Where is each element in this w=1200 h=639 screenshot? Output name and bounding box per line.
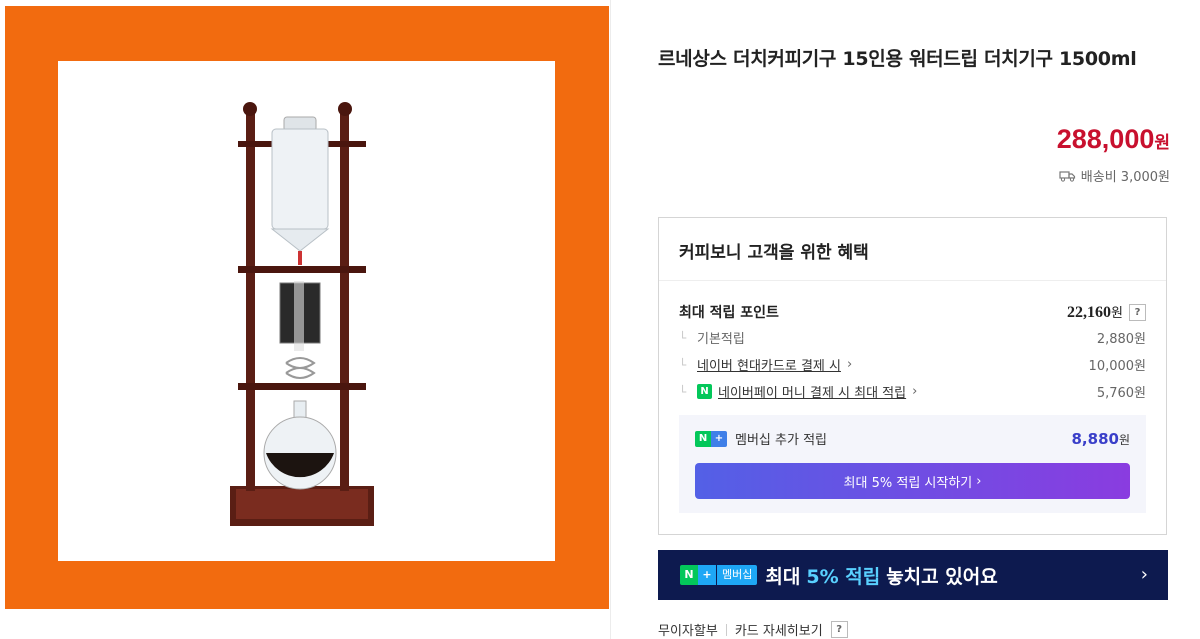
max-points-label: 최대 적립 포인트 <box>679 305 779 321</box>
help-icon[interactable]: ? <box>830 621 848 638</box>
naver-pay-icon: N <box>697 384 712 399</box>
dutch-coffee-tower-image <box>230 102 374 526</box>
chevron-right-icon[interactable]: › <box>847 357 852 372</box>
banner-text-highlight: 5% 적립 <box>806 565 881 588</box>
membership-label: 멤버십 추가 적립 <box>735 433 827 448</box>
divider <box>725 623 727 636</box>
chevron-right-icon[interactable]: › <box>1141 564 1148 585</box>
tree-connector-icon: └ <box>679 330 687 345</box>
row-value: 5,760원 <box>1096 386 1146 401</box>
truck-icon <box>1059 170 1075 182</box>
naver-card-link[interactable]: 네이버 현대카드로 결제 시 <box>697 355 841 374</box>
price-unit: 원 <box>1154 133 1170 153</box>
row-value: 2,880원 <box>1096 332 1146 347</box>
shipping-text: 배송비 3,000원 <box>1080 170 1170 185</box>
max-points-value: 22,160 <box>1067 304 1112 321</box>
points-row-basic: └ 기본적립 2,880원 <box>679 328 1146 348</box>
tree-connector-icon: └ <box>679 384 687 399</box>
price-value: 288,000 <box>1056 124 1155 154</box>
start-membership-button[interactable]: 최대 5% 적립 시작하기 › <box>695 463 1130 499</box>
tree-connector-icon: └ <box>679 357 687 372</box>
installment-link[interactable]: 무이자할부 <box>658 620 718 639</box>
membership-banner[interactable]: N + 멤버십 최대 5% 적립 놓치고 있어요 › <box>658 550 1168 600</box>
membership-box: N + 멤버십 추가 적립 8,880원 최대 5% 적립 시작하기 › <box>679 415 1146 513</box>
banner-text-pre: 최대 <box>765 565 801 588</box>
price: 288,000원 <box>1057 124 1170 155</box>
row-value: 10,000원 <box>1088 359 1146 374</box>
benefit-title: 커피보니 고객을 위한 혜택 <box>679 243 869 263</box>
membership-unit: 원 <box>1118 432 1130 447</box>
membership-row: N + 멤버십 추가 적립 8,880원 <box>695 429 1130 448</box>
help-icon[interactable]: ? <box>1129 303 1146 321</box>
vertical-divider <box>610 0 611 639</box>
points-row-card: └ 네이버 현대카드로 결제 시 › 10,000원 <box>679 355 1146 374</box>
chevron-right-icon: › <box>976 473 982 489</box>
payment-links: 무이자할부 카드 자세히보기 ? <box>658 620 848 639</box>
card-details-link[interactable]: 카드 자세히보기 <box>735 620 823 639</box>
max-points-row: 최대 적립 포인트 22,160원 ? <box>679 302 1146 322</box>
membership-value: 8,880 <box>1071 429 1119 448</box>
product-title: 르네상스 더치커피기구 15인용 워터드립 더치기구 1500ml <box>658 48 1137 70</box>
product-image-frame <box>5 6 609 609</box>
banner-text-post: 놓치고 있어요 <box>886 565 998 588</box>
divider <box>659 280 1166 281</box>
naver-pay-link[interactable]: 네이버페이 머니 결제 시 최대 적립 <box>718 382 906 401</box>
chevron-right-icon[interactable]: › <box>912 384 917 399</box>
naver-plus-icon: N + <box>695 430 727 447</box>
naver-membership-badge: N + 멤버십 <box>680 565 758 585</box>
shipping-fee: 배송비 3,000원 <box>1059 166 1170 185</box>
row-label: 기본적립 <box>697 332 745 347</box>
start-membership-label: 최대 5% 적립 시작하기 <box>843 475 973 491</box>
points-row-npay: └ N 네이버페이 머니 결제 시 최대 적립 › 5,760원 <box>679 382 1146 401</box>
benefit-panel: 커피보니 고객을 위한 혜택 최대 적립 포인트 22,160원 ? └ 기본적립… <box>658 217 1167 535</box>
max-points-unit: 원 <box>1111 306 1123 321</box>
product-image[interactable] <box>58 61 555 561</box>
